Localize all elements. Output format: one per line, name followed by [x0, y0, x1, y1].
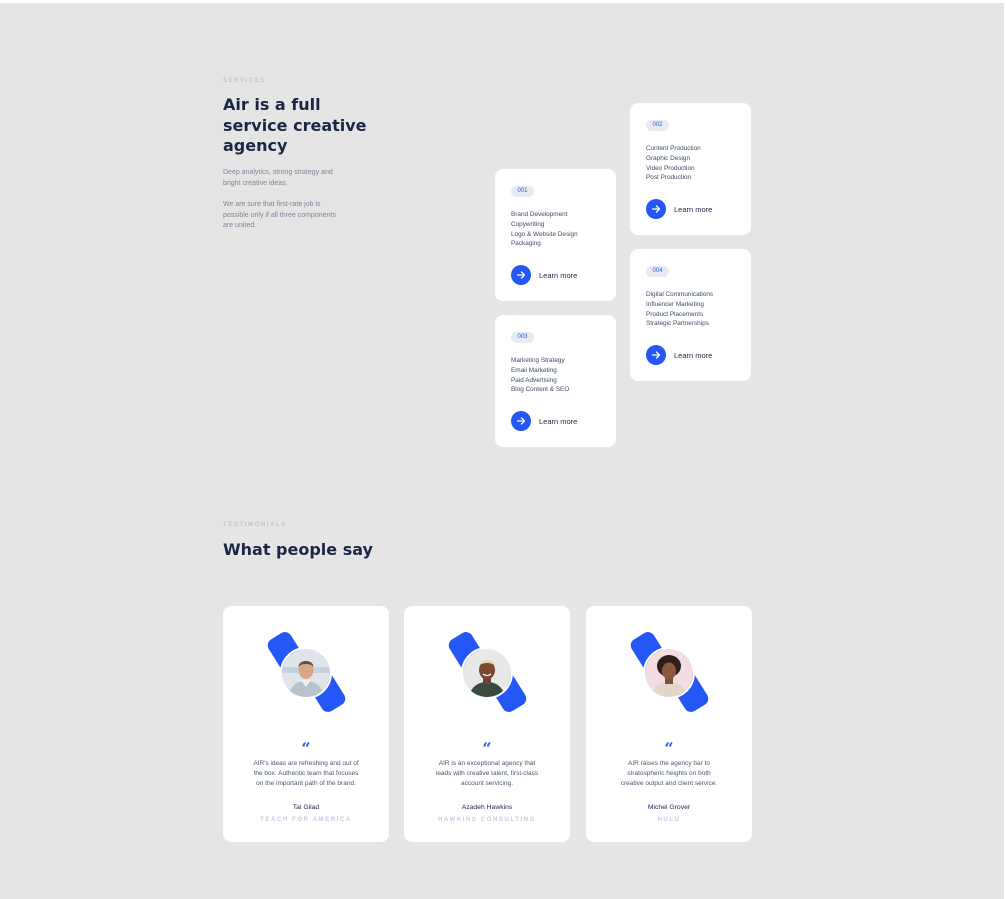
avatar-frame	[446, 628, 529, 716]
learn-more-button[interactable]: Learn more	[511, 411, 577, 431]
service-item: Content Production	[646, 145, 701, 152]
service-item: Strategic Partnerships	[646, 320, 709, 328]
intro-line: bright creative ideas.	[223, 179, 288, 187]
testimonials-eyebrow: TESTIMONIALS	[223, 522, 287, 528]
services-title-line: agency	[223, 136, 288, 155]
testimonial-text: AIR raises the agency bar to stratospher…	[604, 759, 734, 789]
service-item: Post Production	[646, 174, 692, 182]
service-card: 001 Brand Development Copywriting Logo &…	[495, 169, 616, 301]
testimonial-card: “ AIR raises the agency bar to stratosph…	[586, 606, 752, 842]
service-item: Video Production	[646, 164, 695, 172]
testimonial-line: AIR is an exceptional agency that	[438, 760, 536, 767]
testimonial-line: the box. Authentic team that focuses	[253, 770, 359, 777]
service-number-badge: 001	[511, 186, 534, 197]
testimonial-company: HULU	[657, 817, 681, 823]
service-item: Blog Content & SEO	[511, 386, 570, 394]
service-number-badge: 004	[646, 266, 669, 277]
service-item: Copywriting	[511, 220, 545, 228]
testimonial-card: “ AIR is an exceptional agency that lead…	[404, 606, 570, 842]
service-item: Packaging	[511, 240, 541, 248]
service-card: 003 Marketing Strategy Email Marketing P…	[495, 315, 616, 447]
service-item: Digital Communications	[646, 291, 714, 298]
arrow-right-icon	[646, 345, 666, 365]
avatar	[461, 647, 513, 699]
testimonial-text: AIR is an exceptional agency that leads …	[422, 759, 552, 789]
testimonial-text: AIR's ideas are refreshing and out of th…	[241, 759, 371, 789]
testimonial-line: account servicing.	[460, 780, 514, 787]
testimonial-company: HAWKINS CONSULTING	[437, 817, 537, 823]
service-item: Marketing Strategy	[511, 357, 565, 364]
services-title-line: Air is a full	[223, 95, 321, 114]
testimonial-company: TEACH FOR AMERICA	[260, 817, 352, 823]
arrow-right-icon	[511, 411, 531, 431]
service-item: Product Placements	[646, 310, 704, 318]
service-item-list: Digital Communications Influencer Market…	[646, 290, 713, 329]
service-card: 004 Digital Communications Influencer Ma…	[630, 249, 751, 381]
learn-more-label: Learn more	[674, 204, 713, 214]
testimonial-line: AIR's ideas are refreshing and out of	[253, 760, 359, 767]
intro-line: possible only if all three components	[223, 211, 336, 219]
service-item: Graphic Design	[646, 154, 691, 162]
quote-icon: “	[664, 739, 674, 758]
service-item: Influencer Marketing	[646, 300, 704, 308]
avatar-frame	[628, 628, 711, 716]
services-title: Air is a full service creative agency	[223, 95, 367, 157]
service-item-list: Brand Development Copywriting Logo & Web…	[511, 210, 578, 249]
service-number-badge: 003	[511, 332, 534, 343]
service-item: Email Marketing	[511, 366, 557, 374]
testimonial-line: on the important path of the brand.	[256, 780, 356, 787]
testimonial-line: creative output and client service.	[620, 780, 718, 787]
avatar	[280, 647, 332, 699]
learn-more-button[interactable]: Learn more	[646, 345, 712, 365]
intro-line: We are sure that first-rate job is	[223, 201, 321, 208]
testimonial-author: Tal Gilad	[292, 804, 320, 811]
arrow-right-icon	[646, 199, 666, 219]
learn-more-button[interactable]: Learn more	[646, 199, 712, 219]
arrow-right-icon	[511, 265, 531, 285]
services-intro-paragraph: Deep analytics, strong strategy and brig…	[223, 168, 333, 189]
service-item: Paid Advertising	[511, 376, 557, 384]
learn-more-button[interactable]: Learn more	[511, 265, 577, 285]
avatar-frame	[265, 628, 348, 716]
learn-more-label: Learn more	[674, 350, 713, 360]
testimonial-line: stratospheric heights on both	[627, 770, 711, 777]
testimonial-line: AIR raises the agency bar to	[627, 760, 710, 767]
avatar	[643, 647, 695, 699]
quote-icon: “	[482, 739, 492, 758]
service-item-list: Marketing Strategy Email Marketing Paid …	[511, 356, 569, 395]
testimonials-title: What people say	[223, 540, 373, 559]
service-item-list: Content Production Graphic Design Video …	[646, 144, 701, 183]
intro-line: are united.	[223, 222, 257, 229]
learn-more-label: Learn more	[539, 270, 578, 280]
testimonial-author: Azadeh Hawkins	[461, 804, 513, 811]
testimonial-card: “ AIR's ideas are refreshing and out of …	[223, 606, 389, 842]
testimonial-author: Michel Grover	[647, 804, 691, 811]
testimonial-line: leads with creative talent, first-class	[435, 770, 539, 777]
service-number-badge: 002	[646, 120, 669, 131]
service-item: Brand Development	[511, 211, 568, 218]
quote-icon: “	[301, 739, 311, 758]
learn-more-label: Learn more	[539, 416, 578, 426]
services-intro-paragraph: We are sure that first-rate job is possi…	[223, 200, 336, 232]
intro-line: Deep analytics, strong strategy and	[223, 169, 333, 176]
services-title-line: service creative	[223, 115, 367, 135]
service-item: Logo & Website Design	[511, 230, 578, 238]
services-eyebrow: SERVICES	[223, 78, 267, 84]
service-card: 002 Content Production Graphic Design Vi…	[630, 103, 751, 235]
